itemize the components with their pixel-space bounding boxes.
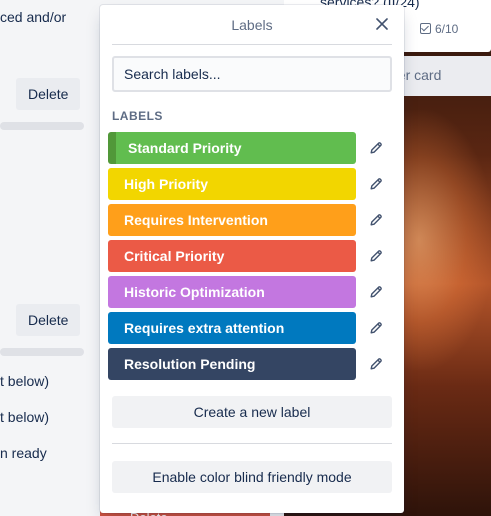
pencil-icon[interactable] (366, 210, 386, 230)
description-text: ced and/or (0, 9, 67, 25)
label-row: Standard Priority (108, 132, 396, 164)
delete-checklist-button-2[interactable]: Delete (16, 304, 81, 336)
create-label-button[interactable]: Create a new label (112, 396, 392, 428)
label-row: High Priority (108, 168, 396, 200)
checklist-count: 6/10 (435, 22, 459, 36)
pencil-icon[interactable] (366, 138, 386, 158)
pencil-icon[interactable] (366, 246, 386, 266)
labels-popover: Labels LABELS Standard Priority High Prio… (100, 5, 404, 513)
pencil-icon[interactable] (366, 282, 386, 302)
popover-divider (112, 443, 392, 444)
label-chip[interactable]: Requires Intervention (108, 204, 356, 236)
popover-title: Labels (231, 17, 273, 33)
label-row: Critical Priority (108, 240, 396, 272)
header-divider (112, 44, 392, 45)
close-icon[interactable] (372, 14, 392, 34)
checklist-badge: 6/10 (420, 22, 458, 36)
card-detail-background: ced and/or Delete Delete t below) t belo… (0, 0, 110, 516)
checklist-progress-bar (0, 122, 84, 130)
label-row: Requires Intervention (108, 204, 396, 236)
label-row: Resolution Pending (108, 348, 396, 380)
checklist-item[interactable]: t below) (0, 409, 49, 425)
label-row: Requires extra attention (108, 312, 396, 344)
label-chip[interactable]: Resolution Pending (108, 348, 356, 380)
checklist-item[interactable]: t below) (0, 373, 49, 389)
pencil-icon[interactable] (366, 174, 386, 194)
pencil-icon[interactable] (366, 354, 386, 374)
color-blind-mode-button[interactable]: Enable color blind friendly mode (112, 461, 392, 493)
delete-checklist-button[interactable]: Delete (16, 78, 81, 110)
labels-section-heading: LABELS (112, 109, 163, 123)
search-labels-input[interactable] (112, 56, 392, 92)
checklist-progress-bar-2 (0, 348, 84, 356)
label-chip[interactable]: High Priority (108, 168, 356, 200)
label-chip[interactable]: Requires extra attention (108, 312, 356, 344)
checklist-icon (420, 23, 431, 34)
pencil-icon[interactable] (366, 318, 386, 338)
label-chip[interactable]: Critical Priority (108, 240, 356, 272)
checklist-item[interactable]: n ready (0, 445, 47, 461)
label-row: Historic Optimization (108, 276, 396, 308)
label-chip[interactable]: Historic Optimization (108, 276, 356, 308)
label-chip[interactable]: Standard Priority (108, 132, 356, 164)
